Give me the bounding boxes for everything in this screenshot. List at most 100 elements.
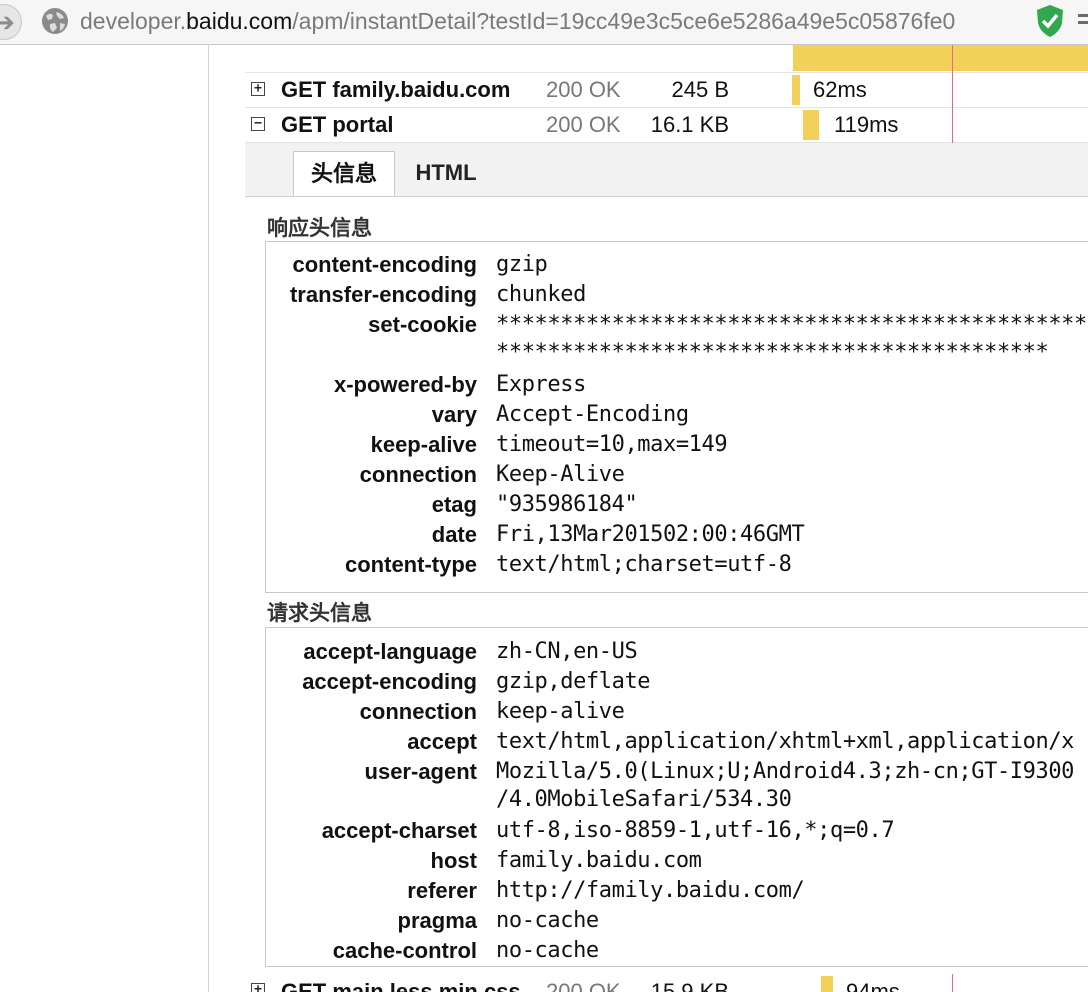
header-row: referer http://family.baidu.com/ (266, 876, 1088, 906)
header-key: referer (407, 878, 477, 903)
header-row: accept-encoding gzip,deflate (266, 667, 1088, 697)
timing-bar (821, 976, 833, 992)
header-value-continued: /4.0MobileSafari/534.30 (496, 787, 792, 812)
request-time: 62ms (813, 77, 867, 102)
header-value: ****************************************… (496, 312, 1088, 337)
header-key: accept (407, 729, 477, 754)
header-key: x-powered-by (333, 372, 477, 397)
timeline-marker (952, 45, 953, 143)
header-key: vary (431, 402, 477, 427)
header-row: pragma no-cache (266, 906, 1088, 936)
globe-icon (42, 8, 68, 34)
timing-bar (803, 110, 819, 140)
header-key: content-encoding (292, 252, 477, 277)
header-key: content-type (345, 552, 477, 577)
menu-icon[interactable] (1078, 12, 1088, 32)
request-label: GET portal (281, 112, 394, 137)
header-value: gzip,deflate (496, 669, 651, 694)
header-row: accept-language zh-CN,en-US (266, 637, 1088, 667)
request-time: 94ms (846, 979, 900, 992)
expand-icon[interactable]: + (251, 983, 265, 992)
header-value: Mozilla/5.0(Linux;U;Android4.3;zh-cn;GT-… (496, 759, 1075, 784)
header-key: pragma (397, 908, 477, 933)
header-value: Fri,13Mar201502:00:46GMT (496, 522, 805, 547)
header-key: etag (431, 492, 477, 517)
timing-bar (793, 45, 1088, 71)
request-size: 15.9 KB (650, 979, 729, 992)
request-size: 16.1 KB (650, 112, 729, 137)
request-row-mainless[interactable]: + GET main.less.min.css 200 OK 15.9 KB 9… (245, 974, 1088, 992)
header-value: timeout=10,max=149 (496, 432, 728, 457)
left-panel (0, 45, 209, 992)
header-key: cache-control (332, 938, 477, 963)
tab-html[interactable]: HTML (397, 151, 495, 196)
browser-toolbar: ➔ developer.baidu.com/apm/instantDetail?… (0, 0, 1088, 45)
header-value: gzip (496, 252, 548, 277)
header-value: text/html;charset=utf-8 (496, 552, 792, 577)
request-status: 200 OK (546, 112, 621, 137)
header-row: vary Accept-Encoding (266, 400, 1088, 430)
collapse-icon[interactable]: − (251, 117, 265, 131)
header-row: accept-charset utf-8,iso-8859-1,utf-16,*;… (266, 816, 1088, 846)
header-value: text/html,application/xhtml+xml,applicat… (496, 729, 1075, 754)
expand-icon[interactable]: + (251, 82, 265, 96)
header-row: x-powered-by Express (266, 370, 1088, 400)
request-headers-table: accept-language zh-CN,en-US accept-encodin… (265, 627, 1088, 967)
header-value: http://family.baidu.com/ (496, 878, 805, 903)
header-value: keep-alive (496, 699, 625, 724)
header-row: connection keep-alive (266, 697, 1088, 727)
request-time: 119ms (834, 112, 899, 137)
header-key: set-cookie (368, 312, 477, 337)
header-row: connection Keep-Alive (266, 460, 1088, 490)
timeline-marker (952, 974, 953, 992)
request-size: 245 B (671, 77, 730, 102)
header-row: date Fri,13Mar201502:00:46GMT (266, 520, 1088, 550)
header-row: user-agent Mozilla/5.0(Linux;U;Android4.3… (266, 757, 1088, 812)
header-key: accept-charset (321, 818, 477, 843)
header-value: family.baidu.com (496, 848, 702, 873)
timing-bar (792, 75, 800, 105)
request-status: 200 OK (546, 979, 621, 992)
header-key: user-agent (364, 759, 477, 784)
header-value: no-cache (496, 908, 599, 933)
header-row: etag "935986184" (266, 490, 1088, 520)
url-host: baidu.com (186, 8, 293, 34)
details-tabbar: 头信息 HTML (245, 143, 1088, 197)
header-key: connection (359, 462, 477, 487)
header-value: utf-8,iso-8859-1,utf-16,*;q=0.7 (496, 818, 895, 843)
header-key: accept-language (303, 639, 477, 664)
header-row: content-encoding gzip (266, 250, 1088, 280)
header-row: content-type text/html;charset=utf-8 (266, 550, 1088, 580)
header-key: transfer-encoding (289, 282, 477, 307)
response-headers-title: 响应头信息 (267, 217, 372, 240)
header-key: keep-alive (370, 432, 477, 457)
tab-headers[interactable]: 头信息 (293, 151, 395, 196)
shield-check-icon[interactable] (1035, 4, 1065, 38)
request-headers-title: 请求头信息 (267, 602, 372, 625)
header-key: host (430, 848, 477, 873)
header-row: host family.baidu.com (266, 846, 1088, 876)
header-value: no-cache (496, 938, 599, 963)
response-headers-table: content-encoding gzip transfer-encoding chu… (265, 241, 1088, 593)
url-prefix: developer. (80, 8, 187, 34)
request-row-cutoff[interactable] (245, 45, 1088, 73)
request-label: GET family.baidu.com (281, 77, 511, 102)
header-value-continued: ****************************************… (496, 340, 1049, 365)
header-key: connection (359, 699, 477, 724)
header-row: cache-control no-cache (266, 936, 1088, 966)
header-key: accept-encoding (302, 669, 477, 694)
header-row: accept text/html,application/xhtml+xml,ap… (266, 727, 1088, 757)
address-bar[interactable]: developer.baidu.com/apm/instantDetail?te… (80, 7, 955, 35)
header-value: zh-CN,en-US (496, 639, 638, 664)
header-value: chunked (496, 282, 586, 307)
header-value: Express (496, 372, 586, 397)
request-row-portal[interactable]: − GET portal 200 OK 16.1 KB 119ms (245, 108, 1088, 143)
request-row-family[interactable]: + GET family.baidu.com 200 OK 245 B 62ms (245, 73, 1088, 108)
header-row: set-cookie ******************************… (266, 310, 1088, 365)
header-row: keep-alive timeout=10,max=149 (266, 430, 1088, 460)
header-value: "935986184" (496, 492, 638, 517)
url-path: /apm/instantDetail?testId=19cc49e3c5ce6e… (292, 8, 956, 34)
back-arrow-icon[interactable]: ➔ (0, 4, 22, 40)
request-details-panel: 头信息 HTML 响应头信息 content-encoding gzip trans… (245, 143, 1088, 973)
request-status: 200 OK (546, 77, 621, 102)
